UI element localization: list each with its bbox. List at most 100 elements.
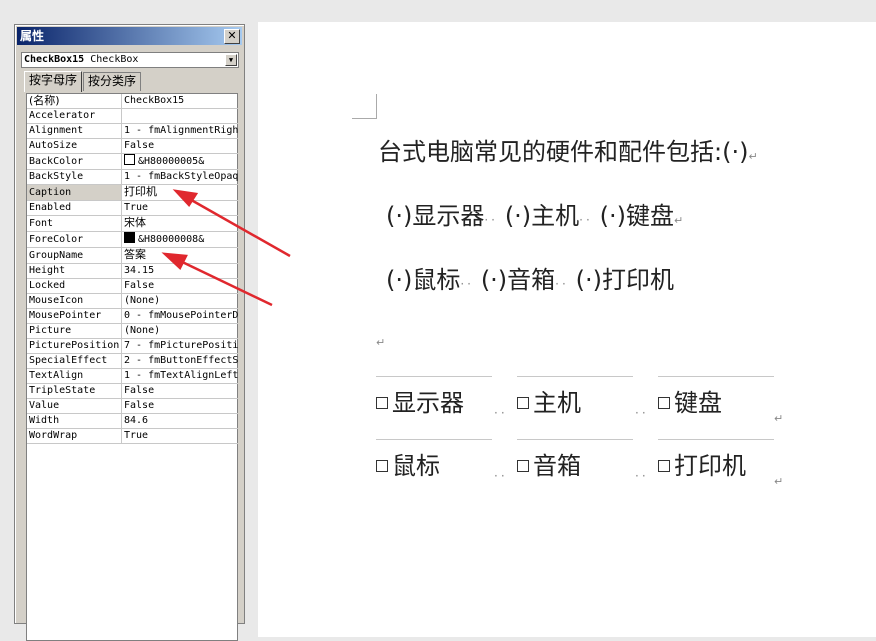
property-value-text: &H80000008&: [138, 234, 205, 245]
color-swatch: [124, 232, 135, 243]
paragraph-mark: ↵: [748, 150, 758, 163]
property-name: Picture: [27, 323, 122, 339]
property-row[interactable]: MouseIcon (None): [27, 293, 238, 309]
property-value[interactable]: False: [121, 278, 238, 294]
separator-dots: ··: [494, 406, 508, 420]
property-value-text: False: [124, 385, 155, 396]
properties-title: 属性: [20, 29, 45, 43]
property-value[interactable]: True: [121, 428, 238, 444]
property-value[interactable]: 34.15: [121, 263, 238, 279]
property-value-text: 宋体: [124, 216, 146, 229]
property-value[interactable]: True: [121, 200, 238, 216]
property-value-text: True: [124, 202, 149, 213]
property-name: Accelerator: [27, 108, 122, 124]
property-value[interactable]: &H80000008&: [121, 231, 238, 248]
property-value-text: (None): [124, 295, 161, 306]
property-name: PicturePosition: [27, 338, 122, 354]
property-row[interactable]: Width 84.6: [27, 413, 238, 429]
property-value[interactable]: False: [121, 138, 238, 154]
property-value-text: False: [124, 400, 155, 411]
paragraph-mark: ↵: [376, 336, 386, 349]
property-value[interactable]: 1 - fmAlignmentRigh: [121, 123, 238, 139]
property-name: ForeColor: [27, 231, 122, 248]
property-row[interactable]: Picture (None): [27, 323, 238, 339]
property-row[interactable]: Height 34.15: [27, 263, 238, 279]
property-name: Height: [27, 263, 122, 279]
property-value[interactable]: 84.6: [121, 413, 238, 429]
property-name: GroupName: [27, 247, 122, 264]
property-value[interactable]: CheckBox15: [121, 94, 238, 109]
property-row[interactable]: SpecialEffect 2 - fmButtonEffectS: [27, 353, 238, 369]
property-value-text: False: [124, 140, 155, 151]
property-value[interactable]: (None): [121, 323, 238, 339]
property-value[interactable]: 宋体: [121, 215, 238, 232]
property-row[interactable]: Accelerator: [27, 108, 238, 124]
property-value[interactable]: False: [121, 398, 238, 414]
tab-alphabetic[interactable]: 按字母序: [24, 71, 82, 92]
checkbox-box[interactable]: [658, 460, 670, 472]
property-name: (名称): [27, 94, 122, 109]
property-row[interactable]: Value False: [27, 398, 238, 414]
option-text: (·)键盘: [599, 202, 674, 230]
property-name: Enabled: [27, 200, 122, 216]
property-row[interactable]: GroupName 答案: [27, 247, 238, 264]
property-value-text: (None): [124, 325, 161, 336]
property-value[interactable]: False: [121, 383, 238, 399]
tab-categorized[interactable]: 按分类序: [83, 72, 141, 91]
checkbox-label: 鼠标: [392, 452, 440, 480]
checkbox-keyboard[interactable]: 键盘: [658, 376, 774, 438]
property-row[interactable]: TextAlign 1 - fmTextAlignLeft: [27, 368, 238, 384]
property-row[interactable]: BackColor &H80000005&: [27, 153, 238, 170]
property-value[interactable]: 7 - fmPicturePositi: [121, 338, 238, 354]
property-row[interactable]: Caption 打印机: [27, 184, 238, 201]
property-value[interactable]: 0 - fmMousePointerD: [121, 308, 238, 324]
property-value[interactable]: 1 - fmBackStyleOpaq: [121, 169, 238, 185]
chevron-down-icon[interactable]: ▼: [225, 54, 237, 66]
property-value[interactable]: 打印机: [121, 184, 238, 201]
property-row[interactable]: Locked False: [27, 278, 238, 294]
checkbox-mouse[interactable]: 鼠标: [376, 439, 492, 501]
property-row[interactable]: WordWrap True: [27, 428, 238, 444]
checkbox-box[interactable]: [517, 460, 529, 472]
close-icon[interactable]: ✕: [224, 29, 240, 44]
object-selector-dropdown[interactable]: CheckBox15 CheckBox ▼: [21, 52, 239, 68]
checkbox-box[interactable]: [517, 397, 529, 409]
option-text: (·)音箱: [480, 266, 556, 294]
property-grid: (名称) CheckBox15 Accelerator Alignment 1 - fm…: [26, 93, 238, 641]
properties-window: 属性 ✕ CheckBox15 CheckBox ▼ 按字母序 按分类序 (名称…: [14, 24, 245, 641]
checkbox-monitor[interactable]: 显示器: [376, 376, 492, 438]
property-row[interactable]: BackStyle 1 - fmBackStyleOpaq: [27, 169, 238, 185]
properties-title-bar[interactable]: 属性 ✕: [17, 27, 242, 45]
checkbox-speaker[interactable]: 音箱: [517, 439, 633, 501]
property-row[interactable]: Enabled True: [27, 200, 238, 216]
property-row[interactable]: PicturePosition 7 - fmPicturePositi: [27, 338, 238, 354]
question-line: 台式电脑常见的硬件和配件包括:(·)↵: [378, 132, 758, 167]
property-value[interactable]: [121, 108, 238, 124]
paragraph-mark: ↵: [774, 412, 784, 425]
property-row[interactable]: Font 宋体: [27, 215, 238, 232]
property-value[interactable]: 1 - fmTextAlignLeft: [121, 368, 238, 384]
page-margin-marker: [352, 94, 377, 119]
option-text: (·)显示器: [386, 202, 485, 230]
property-value[interactable]: &H80000005&: [121, 153, 238, 170]
checkbox-host[interactable]: 主机: [517, 376, 633, 438]
property-row[interactable]: TripleState False: [27, 383, 238, 399]
checkbox-printer[interactable]: 打印机: [658, 439, 774, 501]
checkbox-box[interactable]: [658, 397, 670, 409]
property-value[interactable]: 答案: [121, 247, 238, 264]
property-row[interactable]: (名称) CheckBox15: [27, 94, 238, 109]
property-name: BackStyle: [27, 169, 122, 185]
property-row[interactable]: ForeColor &H80000008&: [27, 231, 238, 248]
property-value[interactable]: (None): [121, 293, 238, 309]
separator-dots: ··: [494, 469, 508, 483]
property-name: Value: [27, 398, 122, 414]
property-value-text: 打印机: [124, 185, 157, 198]
checkbox-box[interactable]: [376, 397, 388, 409]
property-row[interactable]: Alignment 1 - fmAlignmentRigh: [27, 123, 238, 139]
property-row[interactable]: MousePointer 0 - fmMousePointerD: [27, 308, 238, 324]
property-row[interactable]: AutoSize False: [27, 138, 238, 154]
document-page[interactable]: 台式电脑常见的硬件和配件包括:(·)↵ (·)显示器·· (·)主机·· (·)…: [258, 22, 876, 637]
property-value-text: True: [124, 430, 149, 441]
checkbox-box[interactable]: [376, 460, 388, 472]
property-value[interactable]: 2 - fmButtonEffectS: [121, 353, 238, 369]
